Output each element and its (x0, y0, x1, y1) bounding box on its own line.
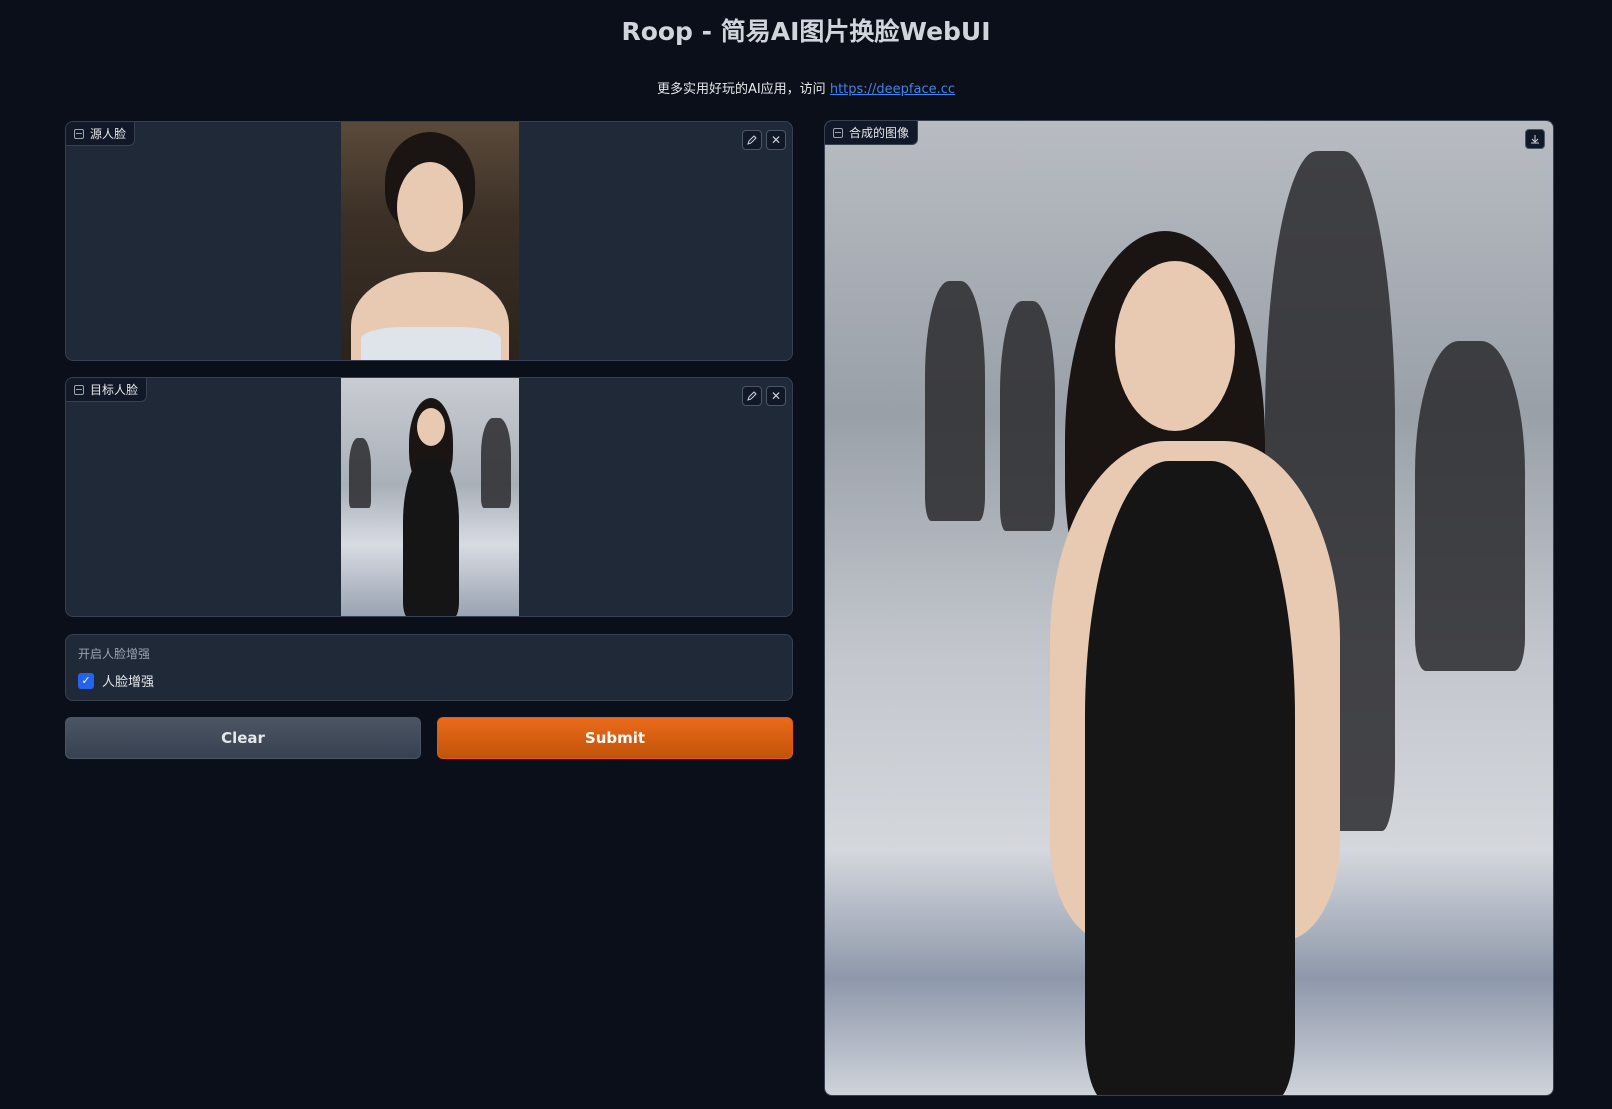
image-icon (74, 384, 84, 395)
result-label-chip: 合成的图像 (825, 121, 919, 145)
submit-button[interactable]: Submit (437, 717, 793, 759)
dress-shape (1085, 461, 1295, 1095)
target-face-panel[interactable]: 目标人脸 ✕ (65, 377, 793, 617)
check-icon: ✓ (81, 674, 91, 687)
face-shape (397, 162, 463, 252)
pencil-icon (747, 135, 757, 145)
clear-button[interactable]: Clear (65, 717, 421, 759)
background-figure (349, 438, 371, 508)
result-image (825, 121, 1553, 1095)
face-enhance-label: 人脸增强 (102, 675, 155, 690)
deepface-link[interactable]: https://deepface.cc (830, 82, 955, 97)
background-figure (925, 281, 985, 521)
face-shape (1115, 261, 1235, 431)
target-face-label: 目标人脸 (90, 383, 139, 397)
download-button[interactable] (1525, 129, 1545, 149)
dress-shape (403, 458, 459, 616)
close-icon: ✕ (770, 389, 782, 403)
clear-image-button[interactable]: ✕ (766, 130, 786, 150)
image-icon (833, 127, 843, 138)
close-icon: ✕ (770, 133, 782, 147)
source-face-label: 源人脸 (90, 127, 127, 141)
pencil-icon (747, 391, 757, 401)
download-icon (1531, 135, 1539, 144)
edit-button[interactable] (742, 130, 762, 150)
target-face-image (341, 378, 519, 616)
background-figure (1000, 301, 1055, 531)
result-label: 合成的图像 (849, 126, 910, 140)
page-subtitle: 更多实用好玩的AI应用，访问 https://deepface.cc (0, 78, 1612, 97)
face-enhance-checkbox[interactable]: ✓ (78, 672, 94, 689)
page-title: Roop - 简易AI图片换脸WebUI (621, 17, 991, 46)
face-enhance-title: 开启人脸增强 (78, 647, 151, 661)
background-figure (1415, 341, 1525, 671)
subtitle-text: 更多实用好玩的AI应用，访问 (656, 82, 830, 97)
clear-image-button[interactable]: ✕ (766, 386, 786, 406)
source-face-label-chip: 源人脸 (66, 122, 136, 146)
face-enhance-option[interactable]: ✓ 人脸增强 (78, 671, 154, 690)
background-figure (481, 418, 511, 508)
face-shape (417, 408, 445, 446)
source-face-image (341, 122, 519, 360)
dress-shape (361, 327, 501, 360)
face-enhance-group: 开启人脸增强 ✓ 人脸增强 (65, 634, 793, 701)
result-image-panel: 合成的图像 (824, 120, 1554, 1096)
edit-button[interactable] (742, 386, 762, 406)
source-face-panel[interactable]: 源人脸 ✕ (65, 121, 793, 361)
image-icon (74, 128, 84, 139)
target-face-label-chip: 目标人脸 (66, 378, 148, 402)
